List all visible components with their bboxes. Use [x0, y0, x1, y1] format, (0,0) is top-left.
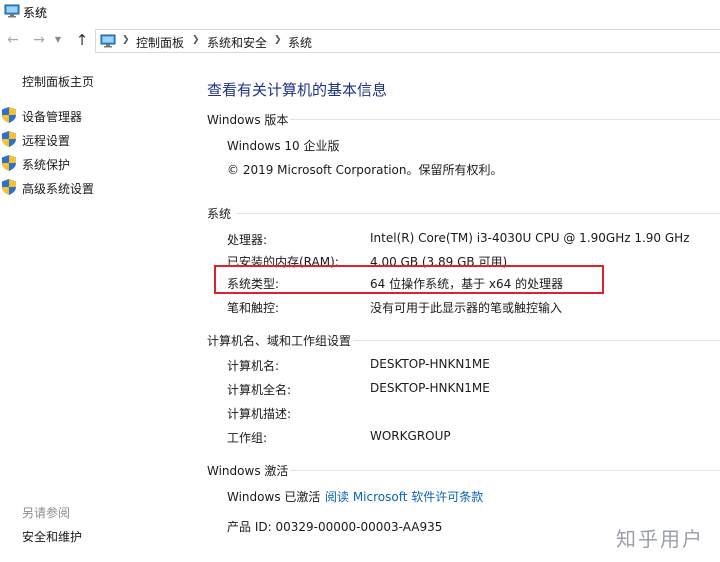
sidebar-item-advanced-settings[interactable]: 高级系统设置 — [0, 179, 190, 197]
see-also-heading: 另请参阅 — [22, 506, 71, 520]
section-title-computer-name: 计算机名、域和工作组设置 — [207, 334, 352, 348]
full-computer-name-label: 计算机全名: — [227, 383, 292, 397]
workgroup-label: 工作组: — [227, 431, 268, 445]
sidebar-item-remote-settings[interactable]: 远程设置 — [0, 131, 190, 149]
section-title-activation: Windows 激活 — [207, 464, 289, 478]
sidebar-control-panel-home[interactable]: 控制面板主页 — [22, 73, 94, 90]
sidebar-item-label: 远程设置 — [22, 134, 71, 148]
computer-description-label: 计算机描述: — [227, 407, 292, 421]
sidebar: 控制面板主页 设备管理器 远程设置 系统保护 高级系统设置 另请参阅 安全和维护 — [0, 56, 190, 562]
sidebar-item-label: 高级系统设置 — [22, 182, 95, 196]
pen-touch-value: 没有可用于此显示器的笔或触控输入 — [370, 301, 563, 315]
shield-icon — [2, 107, 16, 123]
watermark-text: 知乎用户 — [616, 527, 704, 551]
pen-touch-label: 笔和触控: — [227, 301, 280, 315]
sidebar-item-system-protection[interactable]: 系统保护 — [0, 155, 190, 173]
sidebar-item-device-manager[interactable]: 设备管理器 — [0, 107, 190, 125]
breadcrumb-system-security[interactable]: 系统和安全 — [207, 34, 267, 51]
computer-name-label: 计算机名: — [227, 359, 280, 373]
processor-label: 处理器: — [227, 233, 268, 247]
address-path-box[interactable]: ❯ 控制面板 ❯ 系统和安全 ❯ 系统 — [95, 29, 720, 53]
system-type-value: 64 位操作系统，基于 x64 的处理器 — [370, 277, 564, 291]
section-title-system: 系统 — [207, 207, 232, 221]
sidebar-item-label: 系统保护 — [22, 158, 71, 172]
license-terms-link[interactable]: 阅读 Microsoft 软件许可条款 — [325, 488, 483, 505]
title-bar: 系统 — [0, 0, 720, 24]
computer-name-value: DESKTOP-HNKN1ME — [370, 357, 490, 371]
full-computer-name-value: DESKTOP-HNKN1ME — [370, 381, 490, 395]
forward-arrow-icon[interactable]: → — [30, 31, 48, 49]
product-id: 产品 ID: 00329-00000-00003-AA935 — [227, 520, 443, 534]
section-divider — [290, 470, 720, 471]
breadcrumb-control-panel[interactable]: 控制面板 — [136, 34, 184, 51]
shield-icon — [2, 179, 16, 195]
back-arrow-icon[interactable]: ← — [4, 31, 22, 49]
sidebar-item-label: 设备管理器 — [22, 110, 83, 124]
section-title-windows-edition: Windows 版本 — [207, 113, 289, 127]
chevron-right-icon: ❯ — [274, 35, 282, 45]
page-title: 查看有关计算机的基本信息 — [207, 81, 388, 99]
dropdown-icon[interactable]: ▼ — [53, 31, 63, 49]
section-divider — [236, 213, 720, 214]
security-maintenance-link[interactable]: 安全和维护 — [22, 528, 82, 545]
windows-edition-value: Windows 10 企业版 — [227, 139, 340, 153]
processor-value: Intel(R) Core(TM) i3-4030U CPU @ 1.90GHz… — [370, 231, 690, 245]
up-arrow-icon[interactable]: ↑ — [73, 31, 91, 49]
section-divider — [354, 340, 720, 341]
system-type-label: 系统类型: — [227, 277, 280, 291]
workgroup-value: WORKGROUP — [370, 429, 451, 443]
window-title: 系统 — [23, 6, 48, 20]
shield-icon — [2, 155, 16, 171]
breadcrumb-system[interactable]: 系统 — [288, 34, 312, 51]
section-divider — [290, 119, 720, 120]
monitor-icon — [100, 34, 116, 48]
copyright-text: © 2019 Microsoft Corporation。保留所有权利。 — [227, 163, 503, 177]
activation-status: Windows 已激活 — [227, 490, 321, 504]
address-bar: ← → ▼ ↑ ❯ 控制面板 ❯ 系统和安全 ❯ 系统 — [0, 28, 720, 54]
monitor-icon — [4, 4, 20, 18]
chevron-right-icon: ❯ — [122, 35, 130, 45]
main-content: 查看有关计算机的基本信息 Windows 版本 Windows 10 企业版 ©… — [190, 56, 720, 562]
chevron-right-icon: ❯ — [192, 35, 200, 45]
shield-icon — [2, 131, 16, 147]
